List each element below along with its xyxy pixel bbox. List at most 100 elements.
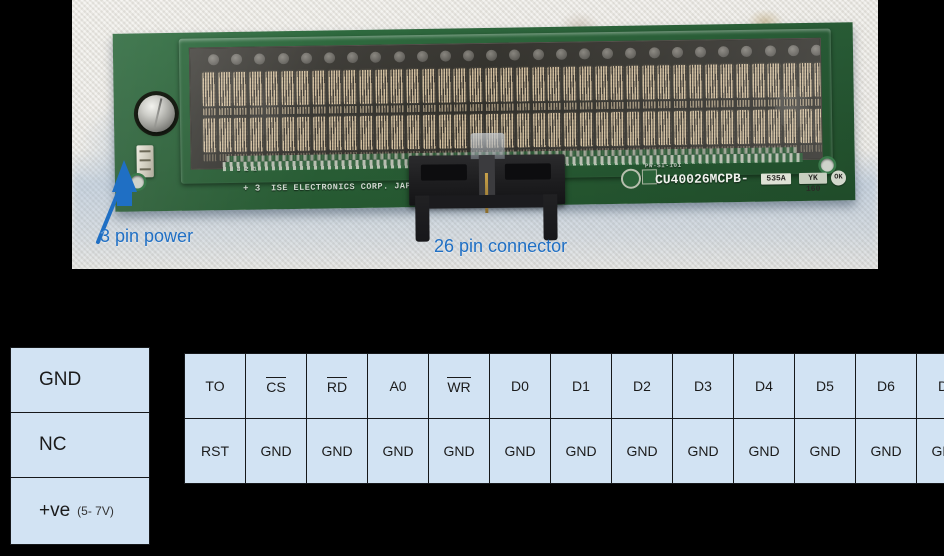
- vfd-seg-cell: [485, 103, 499, 111]
- vfd-char-cell: [422, 68, 436, 103]
- vfd-char-cell: [500, 67, 515, 102]
- pin-label: D1: [572, 378, 590, 394]
- vfd-grid-dot: [370, 51, 382, 63]
- vfd-char-cell: [422, 114, 437, 149]
- vfd-char-cell: [327, 70, 342, 105]
- vfd-grid-dot: [486, 49, 498, 61]
- vfd-grid-dot: [277, 53, 289, 65]
- vfd-seg-cell: [626, 101, 640, 109]
- vfd-char-cell: [641, 65, 656, 100]
- vfd-char-cell: [548, 112, 562, 147]
- vfd-char-cell: [454, 114, 468, 149]
- vfd-seg-cell: [454, 104, 468, 112]
- table-row: TO CS RD A0 WR D0 D1 D2 D3 D4 D5 D6 D7: [184, 353, 944, 419]
- vfd-seg-cell: [344, 105, 358, 114]
- vfd-seg-cell: [548, 102, 562, 110]
- legend-cell-gnd: GND: [11, 348, 149, 413]
- vfd-char-cell: [234, 117, 248, 152]
- vfd-char-cell: [359, 69, 373, 104]
- vfd-seg-cell: [281, 106, 295, 115]
- pin-cell: GND: [855, 418, 917, 484]
- vfd-char-cell: [547, 66, 562, 101]
- vfd-seg-cell: [218, 107, 232, 116]
- vfd-seg-cell: [563, 102, 578, 110]
- label-sticker-1: 535A: [760, 173, 792, 185]
- vfd-grid-dot: [393, 51, 405, 63]
- vfd-grid-dot: [694, 46, 707, 58]
- vfd-char-cell: [391, 115, 405, 150]
- vfd-module-photo: ISE ELECTRONICS CORP. JAPAN PW-SI-101 CU…: [72, 0, 878, 269]
- vfd-char-cell: [359, 115, 374, 150]
- vfd-seg-cell: [532, 103, 546, 111]
- vfd-grid-dot: [347, 51, 359, 64]
- vfd-char-cell: [610, 65, 625, 101]
- silkscreen-pin-numbers: 3 2 1: [236, 165, 258, 173]
- legend-cell-nc: NC: [11, 413, 149, 478]
- vfd-grid-dot: [254, 53, 266, 65]
- pin-label: GND: [504, 443, 536, 459]
- vfd-char-cell: [531, 67, 546, 102]
- pin-label: WR: [447, 376, 471, 395]
- vfd-seg-cell: [736, 99, 750, 108]
- vfd-char-cell: [674, 110, 688, 146]
- vfd-char-cell: [767, 63, 782, 98]
- vfd-char-cell: [657, 65, 672, 100]
- pin-label: D2: [633, 378, 651, 394]
- vfd-grid-dot: [416, 50, 428, 63]
- vfd-char-cell: [689, 64, 703, 99]
- table-row: RST GND GND GND GND GND GND GND GND GND GND GND GND: [184, 418, 944, 484]
- vfd-char-cell: [281, 116, 296, 152]
- vfd-char-cell: [390, 69, 405, 104]
- pin-label: GND: [321, 443, 353, 459]
- pin-label: D7: [938, 378, 944, 394]
- pin-cell: D7: [916, 353, 944, 419]
- vfd-char-cell: [658, 111, 672, 146]
- vfd-char-cell: [815, 108, 823, 143]
- pin-cell: TO: [184, 353, 246, 419]
- silkscreen-plus-marking: + 3: [243, 183, 261, 194]
- vfd-seg-cell: [642, 101, 656, 109]
- pin-cell: D4: [733, 353, 795, 419]
- vfd-seg-cell: [800, 144, 814, 153]
- pin-cell: GND: [672, 418, 734, 484]
- pin-cell: GND: [794, 418, 856, 484]
- vfd-seg-cell: [611, 101, 625, 110]
- vfd-grid-dot: [741, 45, 753, 57]
- power-connector-legend: GND NC +ve (5- 7V): [10, 347, 150, 545]
- vfd-char-cell: [374, 69, 389, 104]
- vfd-char-cell: [438, 114, 453, 149]
- vfd-grid-dot: [602, 47, 614, 60]
- pin-label: GND: [443, 443, 475, 459]
- vfd-grid-dot: [555, 48, 567, 60]
- pin-cell: GND: [367, 418, 429, 484]
- connector-leg-right: [543, 194, 558, 241]
- pin-cell: D6: [855, 353, 917, 419]
- vfd-char-cell: [328, 116, 343, 151]
- vfd-seg-cell: [203, 154, 217, 162]
- vfd-char-cell: [768, 109, 782, 144]
- pin-cell: D2: [611, 353, 673, 419]
- vfd-grid-dot: [509, 49, 521, 61]
- pin-cell: D0: [489, 353, 551, 419]
- 26-pin-connector-pinout-table: TO CS RD A0 WR D0 D1 D2 D3 D4 D5 D6 D7 RST GND GND GND GN…: [184, 353, 944, 484]
- 26-pin-idc-connector: [408, 132, 566, 242]
- vfd-seg-cell: [705, 100, 719, 108]
- vfd-seg-cell: [469, 104, 483, 112]
- silkscreen-pw-code: PW-SI-101: [644, 161, 682, 170]
- pin-label: GND: [565, 443, 597, 459]
- vfd-char-cell: [689, 110, 704, 145]
- vfd-seg-cell: [234, 107, 248, 115]
- vfd-char-cell: [516, 67, 530, 102]
- vfd-seg-cell: [720, 100, 735, 108]
- vfd-grid-dot: [764, 45, 776, 57]
- vfd-seg-cell: [815, 144, 823, 152]
- vfd-char-cell: [312, 70, 326, 105]
- vfd-char-cell: [233, 71, 248, 106]
- vfd-seg-cell: [595, 102, 609, 110]
- pin-cell: RST: [184, 418, 246, 484]
- pin-cell: A0: [367, 353, 429, 419]
- vfd-grid-dot: [787, 45, 799, 57]
- vfd-seg-cell: [422, 104, 436, 112]
- vfd-char-cell: [218, 117, 233, 153]
- vfd-char-cell: [736, 109, 751, 145]
